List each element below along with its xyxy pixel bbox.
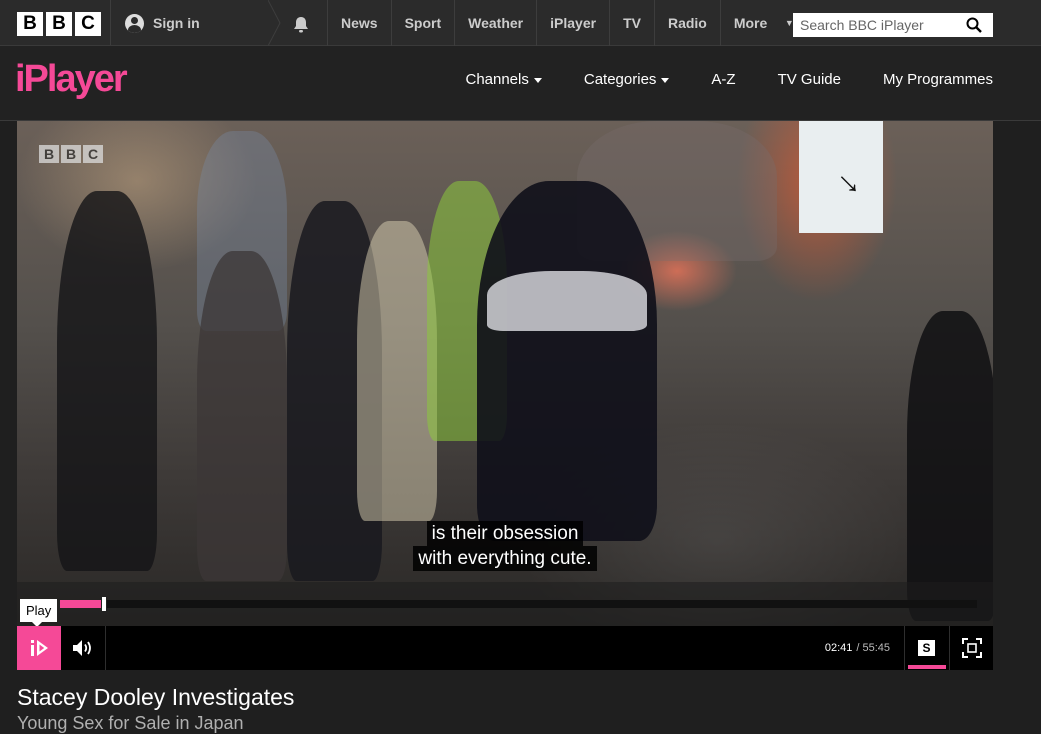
bbc-logo[interactable]: B B C <box>17 12 101 36</box>
bbc-top-nav: News Sport Weather iPlayer TV Radio More… <box>327 0 803 46</box>
watermark-letter: B <box>61 145 81 163</box>
iplayer-nav-a-z[interactable]: A-Z <box>690 71 756 88</box>
iplayer-nav: Channels Categories A-Z TV Guide My Prog… <box>444 46 993 112</box>
volume-icon <box>73 640 91 656</box>
user-icon <box>125 13 144 33</box>
nav-radio[interactable]: Radio <box>653 0 720 46</box>
divider-chevron-icon <box>268 0 281 46</box>
subtitle-line: is their obsession <box>426 521 584 546</box>
search-input[interactable] <box>793 14 963 36</box>
nav-label: Channels <box>465 70 529 88</box>
dropdown-caret-icon <box>533 77 542 83</box>
volume-button[interactable] <box>61 626 106 670</box>
watermark-letter: B <box>39 145 59 163</box>
total-time: / 55:45 <box>856 642 890 654</box>
dropdown-caret-icon <box>661 77 670 83</box>
episode-title: Young Sex for Sale in Japan <box>17 713 244 733</box>
programme-title: Stacey Dooley Investigates <box>17 684 295 710</box>
progress-scrubber[interactable] <box>60 596 977 612</box>
bbc-logo-letter: B <box>46 12 72 36</box>
nav-weather[interactable]: Weather <box>454 0 536 46</box>
bbc-logo-letter: B <box>17 12 43 36</box>
watermark-letter: C <box>83 145 103 163</box>
play-button[interactable] <box>17 626 61 670</box>
divider <box>110 0 111 45</box>
pedestrian-silhouette <box>907 311 993 621</box>
fullscreen-icon <box>961 638 982 658</box>
nav-news[interactable]: News <box>327 0 391 46</box>
scrubber-area <box>17 582 993 626</box>
iplayer-nav-my-programmes[interactable]: My Programmes <box>862 71 993 88</box>
search-icon <box>966 17 982 33</box>
pedestrian-silhouette <box>57 191 157 571</box>
nav-label: A-Z <box>711 70 736 88</box>
bbc-global-header: B B C Sign in News Sport Weather iPlayer… <box>0 0 1041 46</box>
notifications-bell-icon[interactable] <box>292 15 310 33</box>
time-display: 02:41 / 55:45 <box>825 626 890 670</box>
player-controls: 02:41 / 55:45 S <box>17 626 993 670</box>
nav-tv[interactable]: TV <box>609 0 654 46</box>
current-time: 02:41 <box>824 642 853 654</box>
nav-label: My Programmes <box>882 70 993 88</box>
nav-label: TV Guide <box>777 70 841 88</box>
sign-in-label: Sign in <box>153 15 200 31</box>
iplayer-play-icon <box>31 640 48 656</box>
iplayer-nav-channels[interactable]: Channels <box>444 71 562 88</box>
nav-label: Categories <box>583 70 657 88</box>
iplayer-nav-tv-guide[interactable]: TV Guide <box>757 71 862 88</box>
iplayer-header: iPlayer Channels Categories A-Z TV Guide… <box>0 46 1041 121</box>
progress-fill <box>60 600 104 608</box>
play-tooltip: Play <box>20 599 58 627</box>
sign-in-link[interactable]: Sign in <box>125 0 200 46</box>
subtitles-button[interactable]: S <box>904 626 948 670</box>
scrubber-handle[interactable] <box>101 596 107 612</box>
search-button[interactable] <box>963 14 985 36</box>
maid-apron <box>487 271 647 331</box>
maid-costume-figure <box>477 181 657 541</box>
subtitle-line: with everything cute. <box>413 546 597 571</box>
fullscreen-button[interactable] <box>949 626 993 670</box>
subtitle-caption: is their obsession with everything cute. <box>17 521 993 571</box>
bbc-logo-letter: C <box>75 12 101 36</box>
nav-sport[interactable]: Sport <box>390 0 455 46</box>
pedestrian-silhouette <box>357 221 437 521</box>
subtitles-icon: S <box>918 640 935 656</box>
nav-iplayer[interactable]: iPlayer <box>536 0 609 46</box>
search-box <box>793 13 993 37</box>
iplayer-nav-categories[interactable]: Categories <box>563 71 691 88</box>
iplayer-logo[interactable]: iPlayer <box>15 58 128 101</box>
nav-more[interactable]: More <box>719 0 775 46</box>
video-frame[interactable]: B B C → is their obsession with everythi… <box>17 121 993 626</box>
bbc-watermark: B B C <box>39 145 103 163</box>
subtitles-active-indicator <box>908 665 946 669</box>
